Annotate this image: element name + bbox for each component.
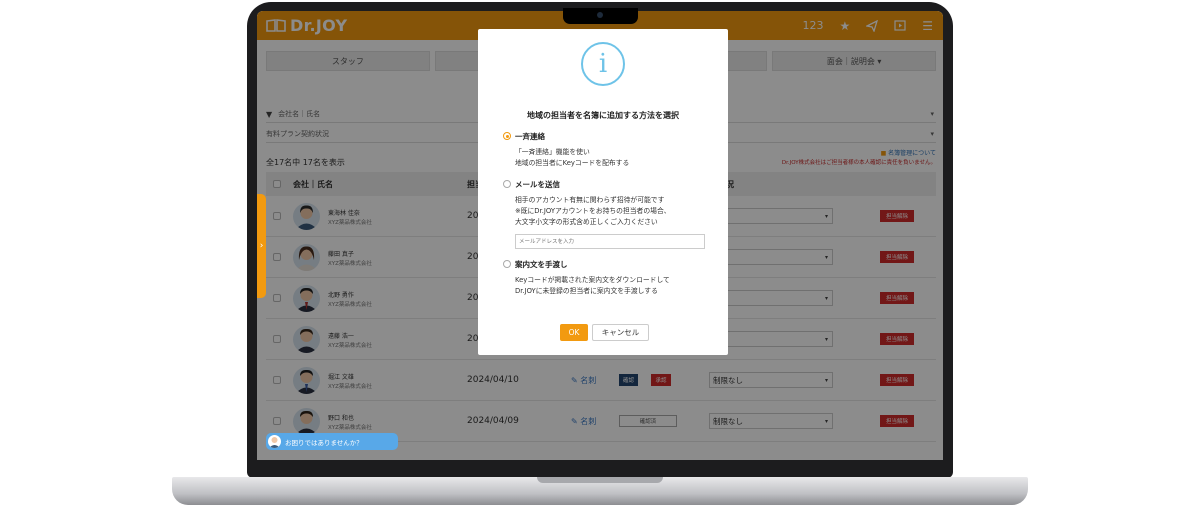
option-label-send-email[interactable]: メールを送信 <box>515 179 560 190</box>
add-method-dialog: i 地域の担当者を名簿に追加する方法を選択 一斉連絡 「一斉連絡」機能を使い 地… <box>478 29 728 355</box>
ok-button[interactable]: OK <box>560 324 588 341</box>
email-input[interactable] <box>515 234 705 249</box>
camera-icon <box>597 12 603 18</box>
option-label-broadcast[interactable]: 一斉連絡 <box>515 131 545 142</box>
camera-notch <box>563 8 638 24</box>
option-label-hand-deliver[interactable]: 案内文を手渡し <box>515 259 568 270</box>
option-desc-hand-deliver: Keyコードが掲載された案内文をダウンロードして Dr.JOYに未登録の担当者に… <box>515 276 670 295</box>
help-chat-button[interactable]: お困りではありませんか？ <box>266 433 398 450</box>
laptop-base <box>172 477 1028 505</box>
radio-broadcast[interactable] <box>503 132 511 140</box>
radio-send-email[interactable] <box>503 180 511 188</box>
cancel-button[interactable]: キャンセル <box>592 324 649 341</box>
help-chat-label: お困りではありませんか？ <box>285 438 363 447</box>
app-screen: Dr.JOY 123 ★ ☰ スタッフ 全国の医薬 連絡 ▾ 面会｜説明会 ▾ … <box>257 11 943 460</box>
option-desc-send-email: 相手のアカウント有無に関わらず招待が可能です ※既にDr.JOYアカウントをお持… <box>515 196 671 226</box>
base-groove <box>537 477 663 483</box>
support-avatar <box>268 435 281 448</box>
radio-hand-deliver[interactable] <box>503 260 511 268</box>
dialog-title: 地域の担当者を名簿に追加する方法を選択 <box>527 111 679 120</box>
info-icon: i <box>581 42 625 86</box>
side-panel-toggle[interactable]: › <box>257 194 266 298</box>
chevron-right-icon: › <box>259 241 264 251</box>
option-desc-broadcast: 「一斉連絡」機能を使い 地域の担当者にKeyコードを配布する <box>515 148 630 167</box>
